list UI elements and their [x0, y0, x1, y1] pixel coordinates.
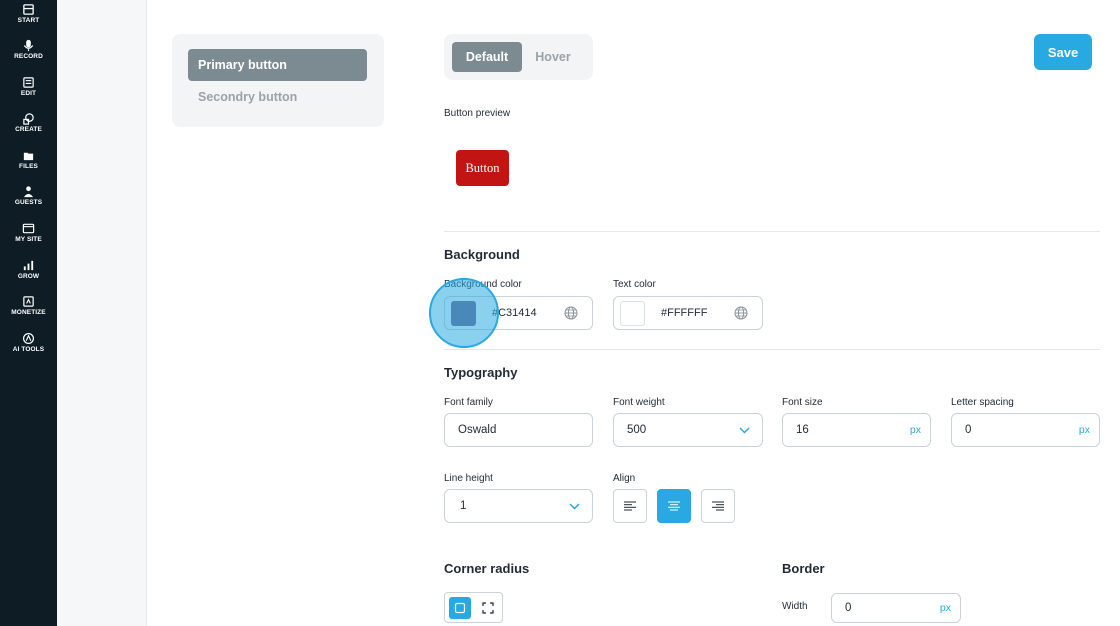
unit-label: px	[939, 602, 951, 614]
nav-item-create[interactable]: CREATE	[0, 112, 57, 133]
font-size-value: 16	[796, 424, 809, 436]
monetize-icon	[23, 296, 34, 307]
align-right-icon	[712, 501, 724, 511]
button-type-panel: Primary button Secondry button	[172, 34, 384, 127]
secondary-button-option[interactable]: Secondry button	[188, 81, 367, 113]
chevron-down-icon	[739, 426, 762, 434]
line-height-value: 1	[460, 500, 467, 512]
border-width-value: 0	[845, 602, 852, 614]
globe-icon[interactable]	[564, 306, 578, 320]
tab-default[interactable]: Default	[452, 42, 522, 72]
text-color-swatch[interactable]	[620, 301, 645, 326]
nav-label: GROW	[17, 273, 40, 280]
nav-item-ai-tools[interactable]: AI TOOLS	[0, 332, 57, 353]
home-icon	[23, 4, 34, 15]
nav-label: EDIT	[20, 90, 37, 97]
site-icon	[22, 223, 35, 234]
create-icon	[23, 113, 34, 125]
align-center-icon	[668, 501, 680, 511]
font-weight-value: 500	[627, 424, 647, 436]
nav-label: AI TOOLS	[12, 346, 45, 353]
guests-icon	[23, 186, 34, 198]
align-left-icon	[624, 501, 636, 511]
divider	[444, 231, 1100, 232]
nav-label: GUESTS	[14, 199, 43, 206]
nav-label: FILES	[19, 163, 38, 170]
border-section-title: Border	[782, 561, 825, 576]
letter-spacing-input[interactable]: 0 px	[951, 413, 1100, 447]
nav-item-edit[interactable]: EDIT	[0, 76, 57, 97]
ai-icon	[22, 332, 35, 345]
background-color-label: Background color	[444, 279, 522, 290]
nav-item-my-site[interactable]: MY SITE	[0, 222, 57, 243]
unit-label: px	[909, 424, 921, 436]
background-color-swatch[interactable]	[451, 301, 476, 326]
align-right-button[interactable]	[701, 489, 735, 523]
font-family-label: Font family	[444, 397, 493, 408]
text-color-field[interactable]: #FFFFFF	[613, 296, 763, 330]
font-weight-select[interactable]: 500	[613, 413, 763, 447]
font-size-label: Font size	[782, 397, 823, 408]
radius-individual-option[interactable]	[477, 597, 499, 619]
microphone-icon	[23, 39, 34, 52]
app-navigation: START RECORD EDIT CREATE FILES GUESTS MY…	[0, 0, 57, 626]
nav-label: MY SITE	[15, 236, 42, 243]
font-weight-label: Font weight	[613, 397, 665, 408]
nav-item-monetize[interactable]: MONETIZE	[0, 295, 57, 316]
files-icon	[23, 152, 34, 161]
button-preview-label: Button preview	[444, 108, 511, 119]
save-button[interactable]: Save	[1034, 34, 1092, 70]
corner-radius-section-title: Corner radius	[444, 561, 530, 576]
nav-item-record[interactable]: RECORD	[0, 39, 57, 60]
background-section-title: Background	[444, 247, 520, 262]
font-family-value: Oswald	[458, 424, 497, 436]
edit-icon	[23, 77, 34, 88]
font-family-input[interactable]: Oswald	[444, 413, 593, 447]
state-tabs: Default Hover	[444, 34, 593, 80]
square-icon	[454, 602, 466, 614]
background-color-value: #C31414	[492, 307, 537, 319]
globe-icon[interactable]	[734, 306, 748, 320]
nav-label: RECORD	[14, 53, 43, 60]
nav-label: MONETIZE	[11, 309, 46, 316]
unit-label: px	[1078, 424, 1090, 436]
nav-item-guests[interactable]: GUESTS	[0, 185, 57, 206]
nav-item-grow[interactable]: GROW	[0, 259, 57, 280]
background-color-field[interactable]: #C31414	[444, 296, 593, 330]
corners-icon	[482, 602, 494, 614]
tab-hover[interactable]: Hover	[524, 42, 582, 72]
letter-spacing-value: 0	[965, 424, 972, 436]
typography-section-title: Typography	[444, 365, 518, 380]
nav-label: CREATE	[15, 126, 42, 133]
secondary-sidebar	[57, 0, 147, 626]
divider	[444, 349, 1100, 350]
align-label: Align	[613, 473, 636, 484]
chart-icon	[23, 260, 34, 271]
text-color-label: Text color	[613, 279, 656, 290]
chevron-down-icon	[569, 502, 592, 510]
font-size-input[interactable]: 16 px	[782, 413, 931, 447]
text-color-value: #FFFFFF	[661, 307, 708, 319]
align-center-button[interactable]	[657, 489, 691, 523]
button-preview[interactable]: Button	[456, 150, 509, 186]
nav-label: START	[17, 17, 40, 24]
line-height-select[interactable]: 1	[444, 489, 593, 523]
nav-item-start[interactable]: START	[0, 3, 57, 24]
radius-uniform-option[interactable]	[449, 597, 471, 619]
border-width-label: Width	[782, 601, 808, 612]
primary-button-option[interactable]: Primary button	[188, 49, 367, 81]
align-left-button[interactable]	[613, 489, 647, 523]
corner-radius-options	[444, 592, 503, 623]
line-height-label: Line height	[444, 473, 493, 484]
letter-spacing-label: Letter spacing	[951, 397, 1014, 408]
nav-item-files[interactable]: FILES	[0, 149, 57, 170]
border-width-input[interactable]: 0 px	[831, 593, 961, 623]
